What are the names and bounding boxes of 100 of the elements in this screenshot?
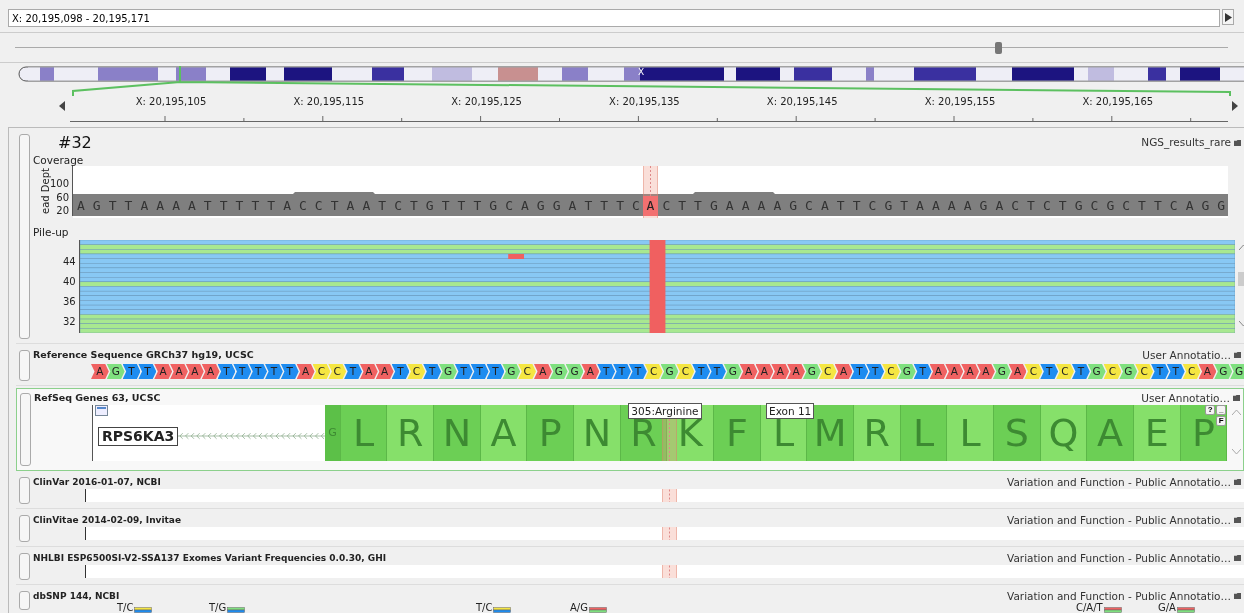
track-control-button[interactable]: _: [1216, 405, 1227, 415]
track-handle[interactable]: [20, 393, 31, 466]
folder-icon[interactable]: [1234, 351, 1241, 358]
scroll-down-icon[interactable]: [1232, 449, 1242, 455]
axis-tick-label: 100: [49, 178, 69, 189]
scroll-right-icon[interactable]: [1232, 101, 1238, 111]
nucleotide: G: [502, 364, 521, 379]
amino-acid: P: [527, 405, 575, 461]
nucleotide: T: [344, 364, 362, 379]
variant-box-icon[interactable]: [493, 607, 512, 613]
nucleotide: T: [391, 364, 410, 379]
nucleotide: G: [723, 364, 742, 379]
coverage-sequence: CTTGAAAAGCATTCGTAAAAGACTCTGCGCTTCAGG: [661, 197, 1228, 215]
table-icon[interactable]: [95, 405, 108, 416]
track-handle[interactable]: [19, 515, 30, 542]
track-source: Variation and Function - Public Annotatio…: [1007, 475, 1231, 488]
position-label: X: 20,195,135: [609, 96, 680, 107]
track-source: Variation and Function - Public Annotatio…: [1007, 551, 1231, 564]
nucleotide: C: [407, 364, 426, 379]
nucleotide: C: [1103, 364, 1122, 379]
amino-acid: L: [947, 405, 994, 461]
track-title: ClinVar 2016-01-07, NCBI: [33, 476, 161, 487]
amino-acid: A: [1087, 405, 1134, 461]
axis-tick-label: 40: [63, 276, 76, 287]
scroll-up-icon[interactable]: [1232, 409, 1242, 415]
allele-label: C/A/T: [1076, 602, 1103, 613]
variant-box-icon[interactable]: [134, 607, 153, 613]
nucleotide: A: [185, 364, 204, 379]
nucleotide: T: [470, 364, 489, 379]
nucleotide: T: [1151, 364, 1169, 379]
folder-icon[interactable]: [1234, 138, 1241, 146]
nucleotide: G: [565, 364, 584, 379]
nucleotide: G: [803, 364, 821, 379]
nucleotide: T: [486, 364, 505, 379]
tooltip: 305:Arginine: [628, 403, 702, 419]
scroll-left-icon[interactable]: [59, 101, 65, 111]
track-title: Reference Sequence GRCh37 hg19, UCSC: [33, 349, 254, 360]
nucleotide: T: [1166, 364, 1185, 379]
track-handle[interactable]: [19, 553, 30, 580]
nucleotide: A: [375, 364, 394, 379]
nucleotide: T: [613, 364, 631, 379]
track-handle[interactable]: [19, 477, 30, 504]
track-control-button[interactable]: ?: [1205, 405, 1216, 415]
play-icon: [1224, 12, 1232, 22]
variant-box-icon[interactable]: [227, 607, 246, 613]
position-label: X: 20,195,165: [1082, 96, 1154, 107]
location-field[interactable]: X: 20,195,098 - 20,195,171: [8, 9, 1220, 27]
allele-label: A/G: [570, 602, 588, 613]
amino-acid: N: [434, 405, 481, 461]
folder-icon[interactable]: [1234, 516, 1241, 523]
nucleotide: A: [359, 364, 378, 379]
track-source: Variation and Function - Public Annotatio…: [1007, 589, 1231, 602]
track-source: Variation and Function - Public Annotatio…: [1007, 513, 1231, 526]
gene-label[interactable]: RPS6KA3: [98, 426, 179, 446]
nucleotide: G: [1214, 364, 1233, 379]
track-handle[interactable]: [19, 350, 30, 381]
slider-thumb[interactable]: [994, 41, 1002, 54]
track-title: RefSeq Genes 63, UCSC: [34, 392, 161, 403]
folder-icon[interactable]: [1233, 394, 1240, 401]
allele-label: T/C: [476, 602, 493, 613]
amino-acid: L: [340, 405, 388, 461]
nucleotide: T: [249, 364, 268, 379]
chromosome-ideogram-drawing[interactable]: [18, 66, 1244, 82]
pileup-label: Pile-up: [33, 226, 70, 238]
go-button[interactable]: [1222, 9, 1234, 25]
nucleotide: T: [265, 364, 283, 379]
amino-acid: Q: [1040, 405, 1088, 461]
track-control-button[interactable]: F: [1216, 416, 1227, 426]
nucleotide: C: [644, 364, 663, 379]
nucleotide: T: [217, 364, 236, 379]
folder-icon[interactable]: [1234, 478, 1241, 485]
nucleotide: A: [534, 364, 552, 379]
axis-tick-label: 60: [56, 191, 69, 203]
track-handle[interactable]: [19, 591, 30, 610]
track-source: User Annotatio…: [1142, 348, 1231, 361]
folder-icon[interactable]: [1234, 592, 1241, 599]
nucleotide: C: [312, 364, 331, 379]
amino-acid: L: [900, 405, 948, 461]
nucleotide: A: [739, 364, 758, 379]
allele-label: T/G: [209, 602, 227, 613]
variant-box-icon[interactable]: [1176, 607, 1195, 613]
position-label: X: 20,195,105: [135, 96, 207, 107]
track-title: dbSNP 144, NCBI: [33, 590, 120, 601]
nucleotide: A: [296, 364, 315, 379]
nucleotide: A: [1008, 364, 1027, 379]
nucleotide: A: [755, 364, 774, 379]
tooltip: Exon 11: [766, 403, 815, 419]
nucleotide: A: [201, 364, 220, 379]
variant-box-icon[interactable]: [588, 607, 607, 613]
nucleotide: T: [423, 364, 442, 379]
amino-acid: A: [480, 405, 528, 461]
nucleotide: A: [91, 364, 109, 379]
sample-title: #32: [58, 132, 93, 152]
nucleotide: G: [660, 364, 679, 379]
axis-tick-label: 32: [63, 316, 76, 327]
folder-icon[interactable]: [1234, 554, 1241, 561]
nucleotide: T: [692, 364, 711, 379]
nucleotide: T: [1071, 364, 1090, 379]
track-handle[interactable]: [19, 134, 30, 339]
variant-box-icon[interactable]: [1103, 607, 1122, 613]
